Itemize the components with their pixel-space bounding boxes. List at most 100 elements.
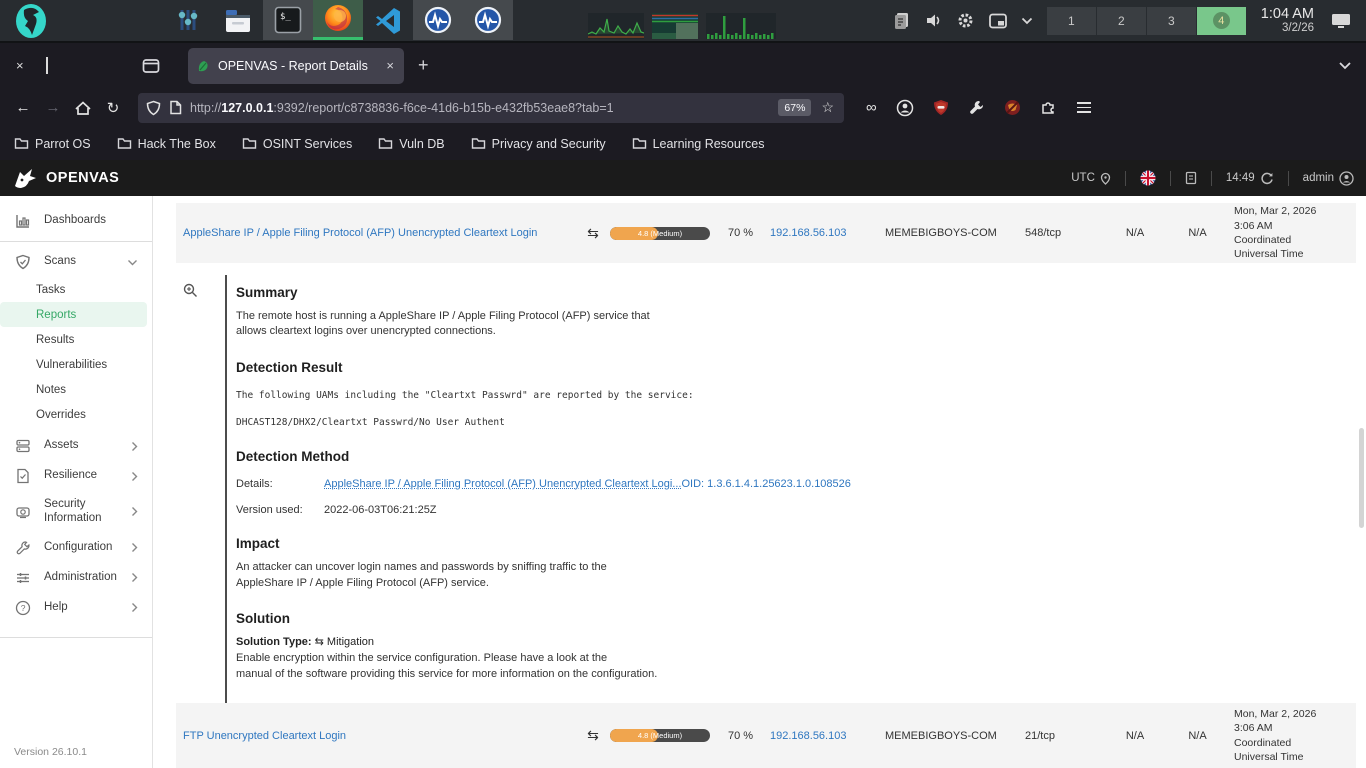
timezone-selector[interactable]: UTC [1071,172,1111,185]
sidebar-item-notes[interactable]: Notes [0,377,152,402]
url-bar[interactable]: http://127.0.0.1:9392/report/c8738836-f6… [138,93,844,123]
blocked-site-icon[interactable] [1004,99,1021,116]
sidebar-item-overrides[interactable]: Overrides [0,402,152,427]
sidebar-item-resilience[interactable]: Resilience [0,461,152,491]
file-manager-app-icon[interactable] [213,0,263,40]
system-monitor-app-icon[interactable] [413,0,463,40]
home-button[interactable] [68,100,98,116]
language-flag-icon[interactable] [1140,170,1156,186]
summary-text: The remote host is running a AppleShare … [236,309,1356,340]
details-oid: OID: 1.3.6.1.4.1.25623.1.0.108526 [681,478,850,490]
bookmark-folder-parrot-os[interactable]: Parrot OS [14,137,91,151]
severity-label: 4.8 (Medium) [610,227,710,240]
workspace-1-button[interactable]: 1 [1047,7,1096,35]
sidebar-item-security-information[interactable]: Security Information [0,491,152,533]
window-close-icon[interactable]: × [16,58,24,73]
browser-titlebar: × OPENVAS - Report Details × + [0,43,1366,88]
firefox-view-icon[interactable] [142,58,160,74]
firefox-app-icon[interactable] [313,0,363,40]
shield-permissions-icon[interactable] [146,100,161,116]
host-name: MEMEBIGBOYS-COM [885,227,1025,239]
window-maximize-icon[interactable] [46,57,48,74]
volume-icon[interactable] [924,11,943,30]
page-scrollbar-thumb[interactable] [1359,428,1364,528]
manual-icon[interactable] [1185,171,1197,185]
terminal-app-icon[interactable]: $_ [263,0,313,40]
forward-button[interactable]: → [38,99,68,116]
openvas-logo-icon [12,166,38,190]
os-taskbar: $_ [0,0,1366,43]
show-desktop-icon[interactable] [1330,12,1352,30]
bookmark-folder-vuln-db[interactable]: Vuln DB [378,137,444,151]
sidebar-item-tasks[interactable]: Tasks [0,277,152,302]
sidebar-item-reports[interactable]: Reports [0,302,147,327]
solution-type-value: Mitigation [327,636,374,648]
zoom-level-badge[interactable]: 67% [778,99,811,116]
browser-tab[interactable]: OPENVAS - Report Details × [188,48,404,84]
clipboard-notes-icon[interactable] [892,11,911,30]
bookmark-folder-learning-resources[interactable]: Learning Resources [632,137,765,151]
created-value: N/A [1105,730,1165,742]
wrench-extension-icon[interactable] [968,99,985,116]
reload-button[interactable]: ↻ [98,99,128,117]
host-name: MEMEBIGBOYS-COM [885,730,1025,742]
display-icon[interactable] [988,12,1008,30]
sidebar-item-results[interactable]: Results [0,327,152,352]
qod-value: 70 % [728,227,770,239]
chevron-right-icon [131,602,138,613]
sidebar-item-help[interactable]: ? Help [0,593,152,623]
menu-hamburger-icon[interactable] [1077,102,1091,113]
vscode-app-icon[interactable] [363,0,413,40]
sidebar-item-assets[interactable]: Assets [0,431,152,461]
security-information-icon [15,504,31,520]
system-graphs [588,0,776,42]
ublock-origin-icon[interactable] [933,99,949,116]
taskbar-app-launchers: $_ [163,0,513,42]
settings-sliders-app-icon[interactable] [163,0,213,40]
sidebar-item-configuration[interactable]: Configuration [0,533,152,563]
new-tab-button[interactable]: + [418,55,429,76]
bookmark-label: Parrot OS [35,137,91,151]
bookmark-folder-hack-the-box[interactable]: Hack The Box [117,137,216,151]
extensions-puzzle-icon[interactable] [1040,99,1057,116]
system-monitor-2-app-icon[interactable] [463,0,513,40]
bookmark-folder-privacy-and-security[interactable]: Privacy and Security [471,137,606,151]
workspace-2-button[interactable]: 2 [1097,7,1146,35]
bookmark-star-icon[interactable]: ☆ [819,99,836,116]
gear-icon[interactable] [956,11,975,30]
workspace-3-button[interactable]: 3 [1147,7,1196,35]
taskbar-clock[interactable]: 1:04 AM 3/2/26 [1261,6,1314,36]
parrot-os-logo-icon[interactable] [11,1,51,41]
tray-chevron-down-icon[interactable] [1021,17,1033,25]
result-name-link[interactable]: FTP Unencrypted Cleartext Login [183,730,576,742]
sidebar-item-scans[interactable]: Scans [0,247,152,277]
url-text[interactable]: http://127.0.0.1:9392/report/c8738836-f6… [190,101,770,115]
workspace-4-button[interactable]: 4 [1197,7,1246,35]
sidebar-item-administration[interactable]: Administration [0,563,152,593]
brand-name: OPENVAS [46,170,119,186]
location-pin-icon [1100,172,1111,185]
host-ip-link[interactable]: 192.168.56.103 [770,730,885,742]
list-all-tabs-chevron-icon[interactable] [1338,61,1352,70]
solution-text: Enable encryption within the service con… [236,651,1356,682]
details-nvt-link[interactable]: AppleShare IP / Apple Filing Protocol (A… [324,478,681,490]
sidebar-item-label: Assets [44,439,79,453]
folder-icon [632,137,647,150]
result-name-link[interactable]: AppleShare IP / Apple Filing Protocol (A… [183,227,576,239]
account-icon[interactable] [896,99,914,117]
refresh-timer[interactable]: 14:49 [1226,171,1274,185]
sidebar-item-dashboards[interactable]: Dashboards [0,206,152,236]
sidebar-item-vulnerabilities[interactable]: Vulnerabilities [0,352,152,377]
openvas-brand[interactable]: OPENVAS [12,166,119,190]
user-menu[interactable]: admin [1303,171,1354,186]
bookmark-folder-osint-services[interactable]: OSINT Services [242,137,352,151]
privacy-mask-icon[interactable]: ∞ [866,99,877,116]
tab-close-icon[interactable]: × [384,58,396,73]
magnifier-details-icon[interactable] [183,283,198,298]
site-info-page-icon[interactable] [169,100,182,115]
back-button[interactable]: ← [8,99,38,116]
result-date: Mon, Mar 2, 2026 3:06 AM Coordinated Uni… [1230,204,1356,262]
sidebar-item-label: Dashboards [44,214,106,228]
host-ip-link[interactable]: 192.168.56.103 [770,227,885,239]
header-separator [1288,171,1289,186]
